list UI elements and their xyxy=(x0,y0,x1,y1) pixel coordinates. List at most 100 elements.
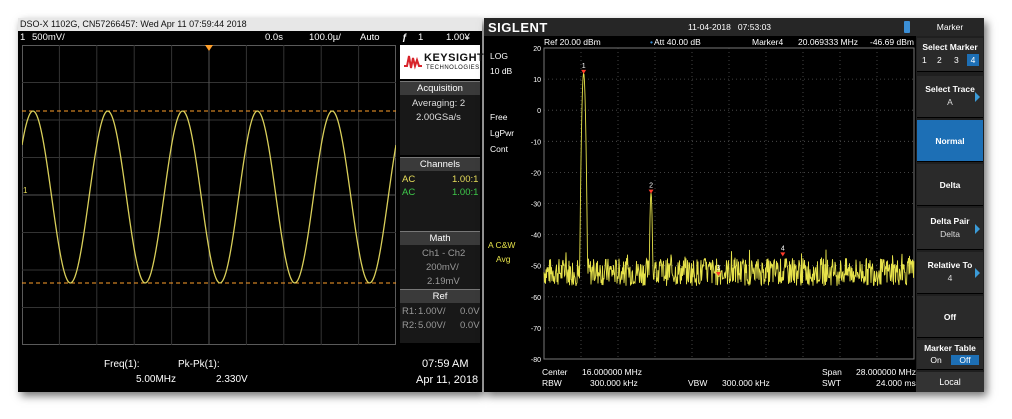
time-offset[interactable]: 0.0s xyxy=(265,32,283,44)
channels-header[interactable]: Channels xyxy=(400,157,480,171)
spectrum-analyzer-screenshot: SIGLENT 11-04-2018 07:53:03 Ref 20.00 dB… xyxy=(484,18,984,392)
marker-table-off-selected[interactable]: Off xyxy=(951,355,979,365)
marker-number-2[interactable]: 2 xyxy=(937,55,942,65)
marker-table-toggle[interactable]: On Off xyxy=(917,355,983,367)
acquisition-header[interactable]: Acquisition xyxy=(400,81,480,95)
marker-2-icon xyxy=(648,189,654,194)
freq-label: Freq(1): xyxy=(104,359,140,370)
vbw-value[interactable]: 300.000 kHz xyxy=(722,378,770,388)
y-tick-label: -40 xyxy=(531,233,541,240)
scope-plot: 1 xyxy=(21,45,397,345)
scope-title-bar: DSO-X 1102G, CN57266457: Wed Apr 11 07:5… xyxy=(18,18,482,31)
sweep-mode: Cont xyxy=(490,144,508,154)
relative-to-value: 4 xyxy=(947,273,953,283)
spectrum-bottom-info: Center 16.000000 MHz RBW 300.000 kHz VBW… xyxy=(484,366,916,392)
local-button[interactable]: Local xyxy=(916,372,984,392)
trigger-mode[interactable]: Auto xyxy=(360,32,380,44)
delta-pair-label: Delta Pair xyxy=(930,216,970,226)
select-trace-value: A xyxy=(947,97,953,107)
marker-number-3[interactable]: 3 xyxy=(954,55,959,65)
normal-label: Normal xyxy=(935,136,965,146)
swt-value[interactable]: 24.000 ms xyxy=(876,378,916,388)
ref-header[interactable]: Ref xyxy=(400,289,480,303)
rbw-label: RBW xyxy=(542,378,562,388)
ref2-name: R2: xyxy=(402,320,417,331)
marker-number-1[interactable]: 1 xyxy=(922,55,927,65)
chevron-right-icon xyxy=(975,224,980,234)
acquisition-mode: Averaging: 2 xyxy=(412,98,466,109)
channel-number: 1 xyxy=(20,32,26,43)
ref1-scale: 1.00V/ xyxy=(418,306,446,317)
trigger-channel: 1 xyxy=(418,32,424,43)
select-trace-button[interactable]: Select Trace A xyxy=(917,76,983,118)
trace-mode: Avg xyxy=(496,254,511,264)
marker-table-label: Marker Table xyxy=(924,343,976,353)
trace-name: A C&W xyxy=(488,240,516,250)
freq-value: 5.00MHz xyxy=(136,374,177,385)
ch2-coupling: AC xyxy=(402,187,416,198)
relative-to-label: Relative To xyxy=(927,260,973,270)
y-tick-label: -10 xyxy=(531,139,541,146)
oscilloscope-screenshot: DSO-X 1102G, CN57266457: Wed Apr 11 07:5… xyxy=(18,18,484,392)
marker-3-label: 3 xyxy=(716,265,720,272)
chevron-right-icon xyxy=(975,92,980,102)
channel1-ground-marker: 1 xyxy=(23,186,28,195)
y-tick-label: 20 xyxy=(533,46,541,53)
rbw-value[interactable]: 300.000 kHz xyxy=(590,378,638,388)
ref-panel: R1: 1.00V/ 0.0V R2: 5.00V/ 0.0V xyxy=(400,303,480,343)
chevron-right-icon xyxy=(975,268,980,278)
scope-clock-time: 07:59 AM xyxy=(422,358,469,370)
scope-status-bar: 1 500mV/ 0.0s 100.0µ/ Auto ƒ 1 1.00¥ xyxy=(18,32,482,44)
off-label: Off xyxy=(943,312,957,322)
scope-measurement-bar: Freq(1): 5.00MHz Pk-Pk(1): 2.330V 07:59 … xyxy=(18,355,482,392)
trigger-position-icon xyxy=(205,45,213,51)
time-per-div[interactable]: 100.0µ/ xyxy=(309,32,341,44)
spectrum-header: SIGLENT 11-04-2018 07:53:03 xyxy=(484,18,916,36)
ch1-probe-ratio: 1.00:1 xyxy=(452,174,479,185)
math-scale: 200mV/ xyxy=(426,262,459,273)
pkpk-label: Pk-Pk(1): xyxy=(178,359,220,370)
marker-softkey-menu: Marker Select Marker 1 2 3 4 Select Trac… xyxy=(916,18,984,392)
marker-4-icon xyxy=(780,252,786,257)
span-label: Span xyxy=(822,367,842,377)
marker-1-label: 1 xyxy=(582,63,586,70)
marker-number-row: 1 2 3 4 xyxy=(917,54,983,67)
marker-table-button[interactable]: Marker Table On Off xyxy=(917,340,983,370)
normal-button[interactable]: Normal xyxy=(917,120,983,162)
y-tick-label: 0 xyxy=(537,108,541,115)
off-button[interactable]: Off xyxy=(917,296,983,338)
trigger-mode: Free xyxy=(490,112,508,122)
marker-number-4-selected[interactable]: 4 xyxy=(967,54,979,66)
spectrum-datetime: 11-04-2018 07:53:03 xyxy=(688,22,772,32)
select-marker-button[interactable]: Select Marker 1 2 3 4 xyxy=(917,38,983,72)
scale-type[interactable]: LOG xyxy=(490,51,508,61)
y-tick-label: -20 xyxy=(531,170,541,177)
select-marker-label: Select Marker xyxy=(922,42,978,52)
acquisition-panel: Averaging: 2 2.00GSa/s xyxy=(400,95,480,155)
math-header[interactable]: Math xyxy=(400,231,480,245)
keysight-logo: KEYSIGHT TECHNOLOGIES xyxy=(400,45,484,79)
battery-icon xyxy=(904,21,910,33)
span-value[interactable]: 28.000000 MHz xyxy=(856,367,916,377)
scope-side-panel: KEYSIGHT TECHNOLOGIES Acquisition Averag… xyxy=(400,45,484,355)
sample-rate: 2.00GSa/s xyxy=(416,112,461,123)
ref1-offset: 0.0V xyxy=(460,306,480,317)
scale-div[interactable]: 10 dB xyxy=(490,66,512,76)
trigger-level[interactable]: 1.00¥ xyxy=(446,32,470,44)
relative-to-button[interactable]: Relative To 4 xyxy=(917,252,983,294)
marker-2-label: 2 xyxy=(649,183,653,190)
ch2-probe-ratio: 1.00:1 xyxy=(452,187,479,198)
delta-pair-button[interactable]: Delta Pair Delta xyxy=(917,208,983,250)
center-value[interactable]: 16.000000 MHz xyxy=(582,367,642,377)
delta-button[interactable]: Delta xyxy=(917,164,983,206)
channels-panel: AC 1.00:1 AC 1.00:1 xyxy=(400,171,480,231)
y-tick-label: -70 xyxy=(531,326,541,333)
marker-1-icon xyxy=(581,69,587,74)
ref1-name: R1: xyxy=(402,306,417,317)
math-panel: Ch1 - Ch2 200mV/ 2.19mV xyxy=(400,245,480,289)
marker-table-on[interactable]: On xyxy=(923,355,949,365)
volts-per-div[interactable]: 500mV/ xyxy=(32,32,65,44)
delta-label: Delta xyxy=(939,180,961,190)
center-label: Center xyxy=(542,367,568,377)
delta-pair-value: Delta xyxy=(940,229,960,239)
